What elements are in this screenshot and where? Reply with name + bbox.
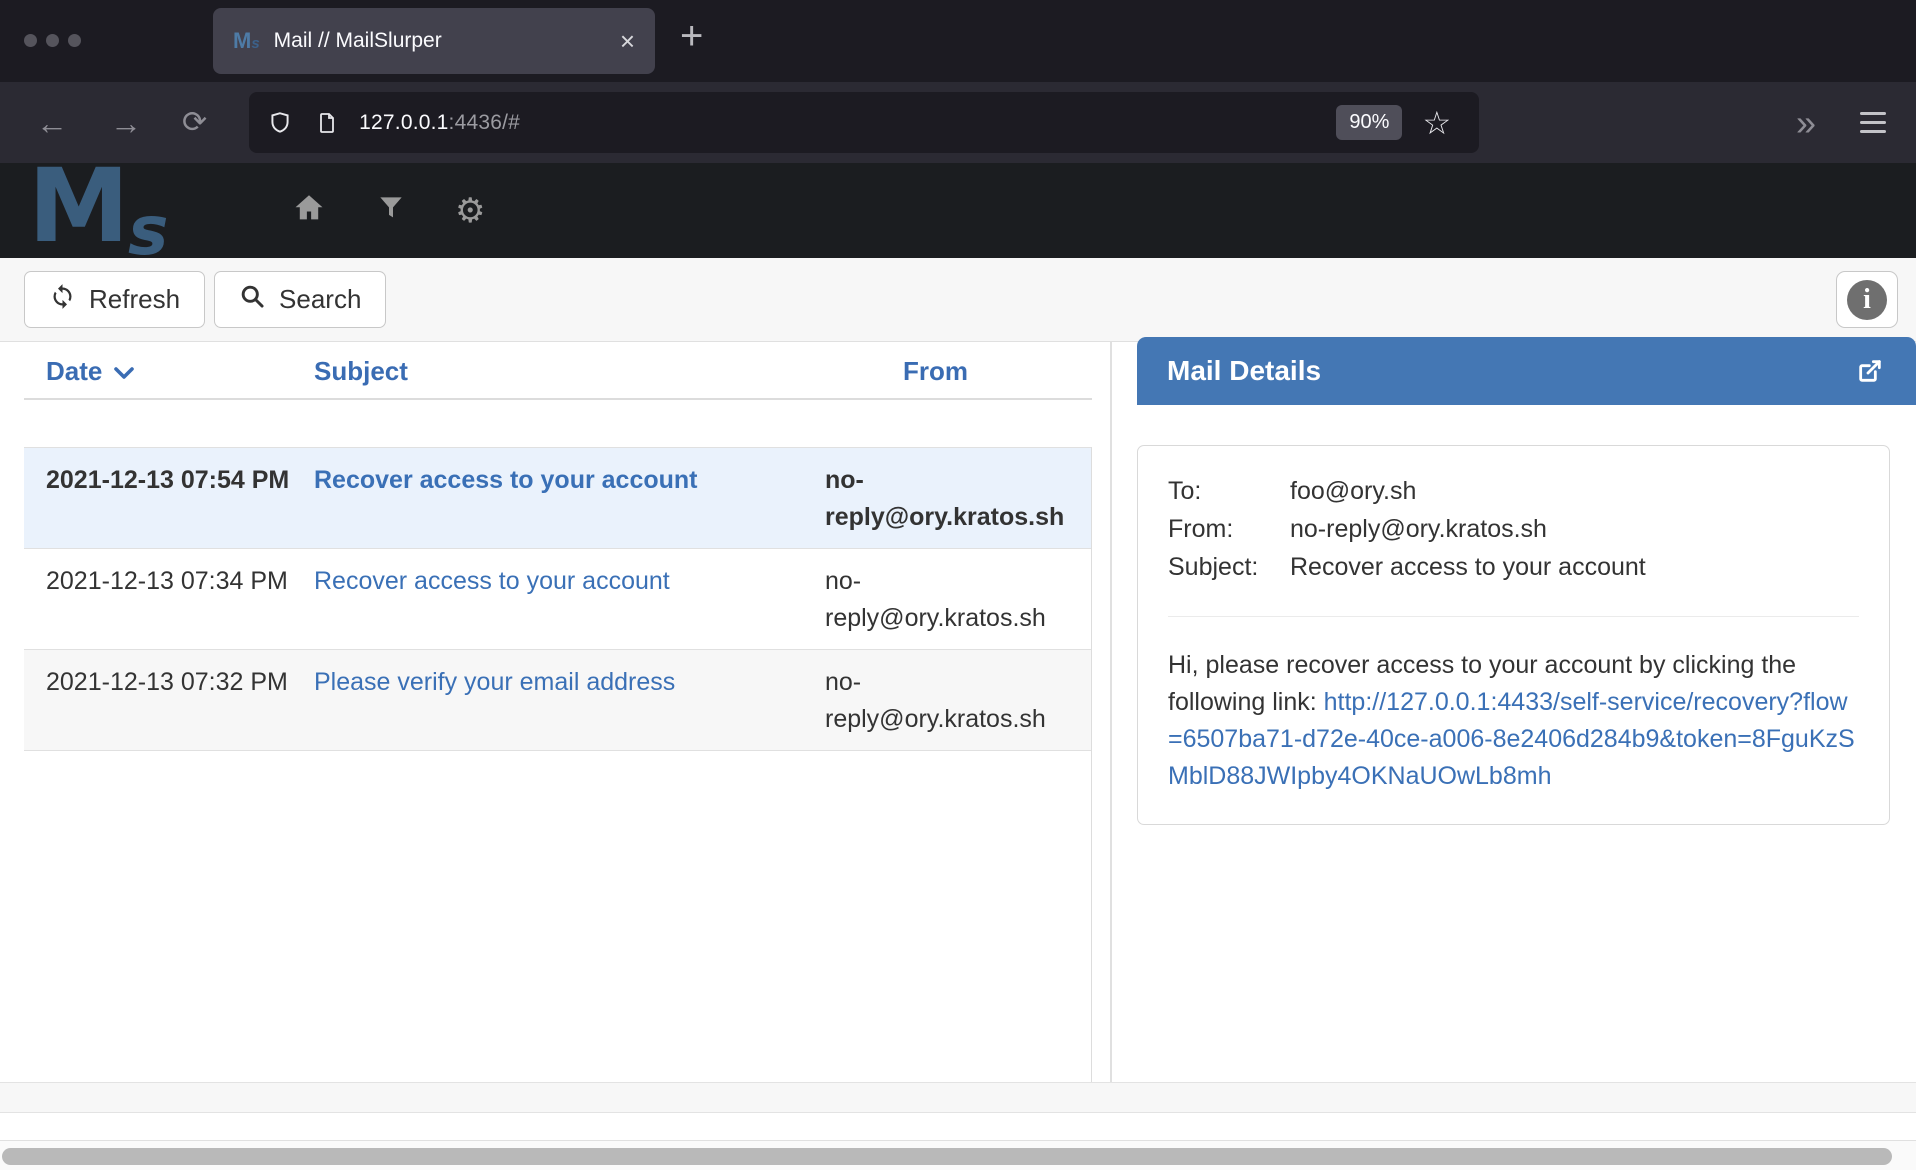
- table-gap: [24, 400, 1092, 447]
- column-header-from[interactable]: From: [803, 356, 1068, 387]
- mail-date: 2021-12-13 07:34 PM: [24, 563, 292, 637]
- mail-from: no-reply@ory.kratos.sh: [803, 664, 1092, 738]
- mail-row-selected[interactable]: 2021-12-13 07:54 PM Recover access to yo…: [24, 447, 1091, 549]
- mail-details-card: To: foo@ory.sh From: no-reply@ory.kratos…: [1137, 445, 1890, 825]
- back-icon[interactable]: ←: [36, 107, 68, 139]
- mail-list-pane: Date Subject From 2021-12-13 07:54 PM Re…: [0, 342, 1110, 1082]
- browser-nav-bar: ← → ⟳ 127.0.0.1:4436/# 90% ☆ »: [0, 82, 1916, 163]
- date-column-label: Date: [46, 356, 102, 387]
- horizontal-scrollbar-track[interactable]: [0, 1140, 1916, 1170]
- mail-date: 2021-12-13 07:32 PM: [24, 664, 292, 738]
- svg-text:M: M: [28, 161, 130, 256]
- mail-subject-link[interactable]: Please verify your email address: [314, 668, 675, 696]
- menu-hamburger-icon[interactable]: [1860, 112, 1886, 133]
- horizontal-scrollbar-thumb[interactable]: [2, 1148, 1892, 1165]
- bookmark-star-icon[interactable]: ☆: [1422, 107, 1451, 139]
- app-toolbar: Refresh Search i: [0, 258, 1916, 342]
- sort-descending-icon: [114, 356, 134, 387]
- mailslurper-header: M s ⚙: [0, 163, 1916, 258]
- refresh-button[interactable]: Refresh: [24, 271, 205, 328]
- browser-tab-bar: M s Mail // MailSlurper × +: [0, 0, 1916, 82]
- to-value: foo@ory.sh: [1290, 472, 1859, 510]
- info-button[interactable]: i: [1836, 271, 1898, 328]
- to-label: To:: [1168, 472, 1290, 510]
- svg-text:s: s: [128, 192, 168, 256]
- mail-list-body: 2021-12-13 07:54 PM Recover access to yo…: [24, 447, 1092, 1082]
- tab-title: Mail // MailSlurper: [274, 29, 620, 53]
- overflow-chevrons-icon[interactable]: »: [1796, 105, 1816, 141]
- column-header-subject[interactable]: Subject: [314, 356, 408, 387]
- shield-icon[interactable]: [267, 110, 293, 136]
- url-host: 127.0.0.1: [359, 111, 448, 134]
- browser-tab[interactable]: M s Mail // MailSlurper ×: [213, 8, 655, 74]
- subject-label: Subject:: [1168, 548, 1290, 586]
- mail-list-header: Date Subject From: [24, 342, 1092, 400]
- window-control-dot[interactable]: [68, 34, 81, 47]
- mail-subject-link[interactable]: Recover access to your account: [314, 466, 698, 494]
- mail-from: no-reply@ory.kratos.sh: [803, 563, 1092, 637]
- refresh-button-label: Refresh: [89, 284, 180, 315]
- mailslurper-logo: M s: [28, 161, 233, 261]
- mailslurper-favicon-icon: M s: [233, 28, 260, 54]
- url-text[interactable]: 127.0.0.1:4436/#: [359, 111, 520, 135]
- open-external-icon[interactable]: [1854, 355, 1886, 387]
- new-tab-icon[interactable]: +: [680, 14, 703, 59]
- mail-row[interactable]: 2021-12-13 07:34 PM Recover access to yo…: [24, 549, 1091, 650]
- mail-details-header: Mail Details: [1137, 337, 1916, 405]
- favicon-m: M: [233, 28, 251, 54]
- search-button[interactable]: Search: [214, 271, 386, 328]
- from-label: From:: [1168, 510, 1290, 548]
- tab-close-icon[interactable]: ×: [620, 28, 635, 54]
- mail-subject-link[interactable]: Recover access to your account: [314, 567, 670, 595]
- url-bar[interactable]: 127.0.0.1:4436/# 90% ☆: [249, 92, 1479, 153]
- details-divider: [1168, 616, 1859, 617]
- filter-icon[interactable]: [375, 192, 407, 229]
- info-icon: i: [1847, 280, 1887, 320]
- search-icon: [239, 283, 266, 317]
- home-icon[interactable]: [291, 191, 327, 230]
- subject-value: Recover access to your account: [1290, 548, 1859, 586]
- window-control-dot[interactable]: [24, 34, 37, 47]
- mail-date: 2021-12-13 07:54 PM: [24, 462, 292, 536]
- column-header-date[interactable]: Date: [46, 356, 134, 387]
- reload-icon[interactable]: ⟳: [182, 108, 207, 138]
- search-button-label: Search: [279, 284, 361, 315]
- mail-from: no-reply@ory.kratos.sh: [803, 462, 1092, 536]
- window-controls[interactable]: [24, 34, 81, 47]
- favicon-s: s: [251, 35, 259, 52]
- mail-details-title: Mail Details: [1167, 355, 1321, 387]
- bottom-strip: [0, 1082, 1916, 1113]
- from-value: no-reply@ory.kratos.sh: [1290, 510, 1859, 548]
- page-info-icon[interactable]: [315, 110, 339, 136]
- mail-row[interactable]: 2021-12-13 07:32 PM Please verify your e…: [24, 650, 1091, 751]
- zoom-level-badge[interactable]: 90%: [1336, 105, 1402, 140]
- refresh-icon: [49, 283, 76, 317]
- pane-divider: [1110, 342, 1112, 1112]
- forward-icon[interactable]: →: [110, 107, 142, 139]
- window-control-dot[interactable]: [46, 34, 59, 47]
- settings-gear-icon[interactable]: ⚙: [455, 194, 485, 228]
- url-rest: :4436/#: [449, 111, 520, 134]
